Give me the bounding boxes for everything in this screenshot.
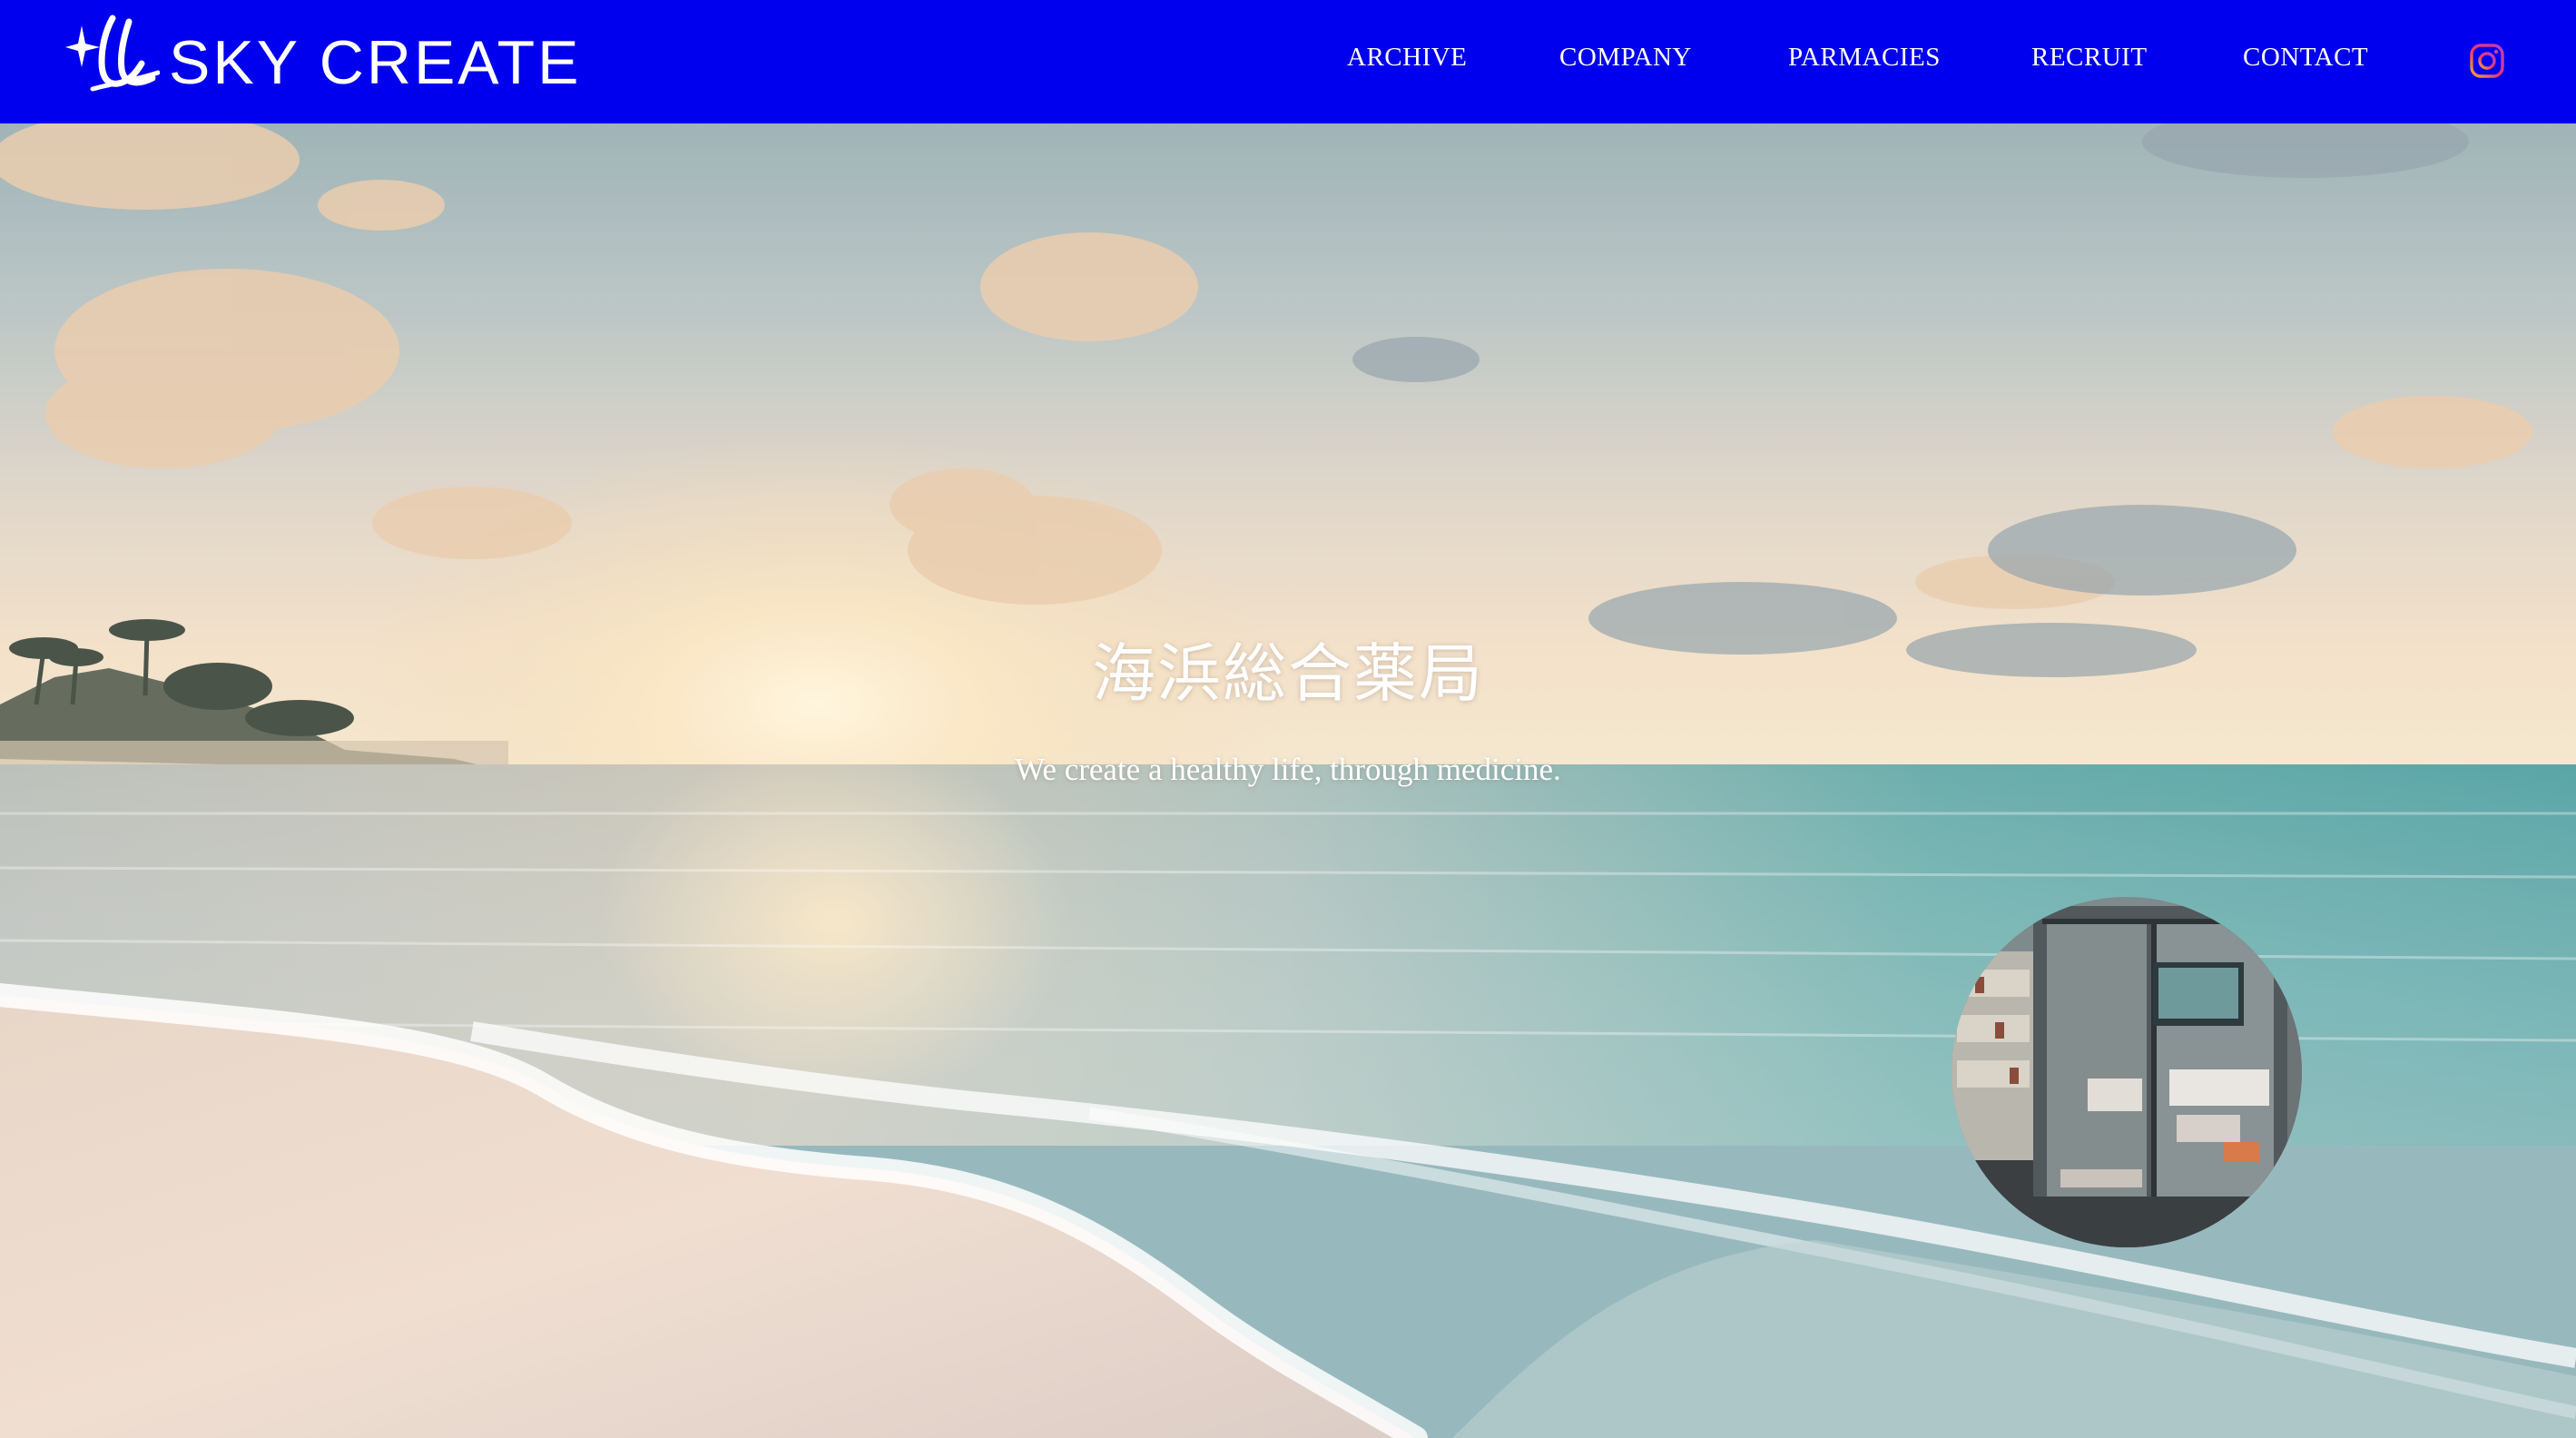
instagram-icon[interactable] bbox=[2469, 43, 2505, 79]
nav-recruit[interactable]: RECRUIT bbox=[2031, 43, 2148, 73]
hero-section: 海浜総合薬局 We create a healthy life, through… bbox=[0, 123, 2576, 1438]
pharmacy-interior-image bbox=[1952, 897, 2302, 1247]
hero-tagline: We create a healthy life, through medici… bbox=[1015, 752, 1561, 787]
nav-contact[interactable]: CONTACT bbox=[2243, 43, 2368, 73]
nav-company[interactable]: COMPANY bbox=[1559, 43, 1692, 73]
hero-title: 海浜総合薬局 bbox=[1092, 636, 1484, 711]
logo-mark-icon bbox=[65, 15, 160, 92]
nav-pharmacies[interactable]: PARMACIES bbox=[1788, 43, 1941, 73]
logo-text: SKY CREATE bbox=[169, 28, 582, 97]
pharmacy-interior-photo[interactable] bbox=[1952, 897, 2302, 1247]
nav-archive[interactable]: ARCHIVE bbox=[1347, 43, 1467, 73]
site-logo[interactable]: SKY CREATE bbox=[65, 9, 582, 100]
site-header: SKY CREATE ARCHIVE COMPANY PARMACIES REC… bbox=[0, 0, 2576, 123]
